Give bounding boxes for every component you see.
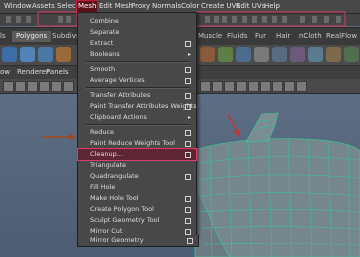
menu-item-extract[interactable]: Extract [78, 38, 196, 49]
viewport-menu-renderer[interactable]: Renderer [17, 67, 49, 78]
cube-icon[interactable] [20, 47, 35, 62]
menu-item-transfer-attributes[interactable]: Transfer Attributes [78, 90, 196, 101]
menu-item-smooth[interactable]: Smooth [78, 64, 196, 75]
menu-separator [86, 87, 190, 89]
shelf-tab-ncloth[interactable]: nCloth [299, 31, 322, 42]
shading-icon[interactable] [224, 81, 235, 92]
option-box-icon[interactable] [185, 41, 191, 47]
cloth-icon[interactable] [272, 47, 287, 62]
field-icon[interactable] [326, 47, 341, 62]
shading-icon[interactable] [284, 81, 295, 92]
hair-icon[interactable] [254, 47, 269, 62]
emitter-icon[interactable] [308, 47, 323, 62]
grid-icon[interactable] [27, 81, 38, 92]
option-box-icon[interactable] [185, 93, 191, 99]
shading-icon[interactable] [260, 81, 271, 92]
menu-item-separate[interactable]: Separate [78, 27, 196, 38]
grid-icon[interactable] [39, 81, 50, 92]
shading-icon[interactable] [212, 81, 223, 92]
menu-item-quadrangulate[interactable]: Quadrangulate [78, 171, 196, 182]
camera-icon[interactable] [15, 81, 26, 92]
shading-icon[interactable] [248, 81, 259, 92]
grid-icon[interactable] [63, 81, 74, 92]
menu-item-mirror-geometry[interactable]: Mirror Geometry [78, 235, 198, 246]
menu-item-average-vertices[interactable]: Average Vertices [78, 75, 196, 86]
shading-icon[interactable] [200, 81, 211, 92]
mesh-dropdown-menu-tail: Mirror Geometry [77, 235, 199, 247]
shading-icon[interactable] [296, 81, 307, 92]
annotation-arrow-icon [42, 133, 76, 141]
option-box-icon[interactable] [185, 152, 191, 158]
menu-item-combine[interactable]: Combine [78, 16, 196, 27]
menu-separator [86, 61, 190, 63]
fluid-icon[interactable] [218, 47, 233, 62]
viewport-menu-panels[interactable]: Panels [46, 67, 69, 78]
camera-icon[interactable] [3, 81, 14, 92]
fur-icon[interactable] [236, 47, 251, 62]
menu-item-paint-transfer-attributes[interactable]: Paint Transfer Attributes Weights Tool [78, 101, 196, 112]
option-box-icon[interactable] [185, 207, 191, 213]
menu-item-make-hole-tool[interactable]: Make Hole Tool [78, 193, 196, 204]
particle-icon[interactable] [290, 47, 305, 62]
submenu-arrow-icon: ▸ [187, 114, 191, 121]
menu-item-paint-reduce-weights[interactable]: Paint Reduce Weights Tool [78, 138, 196, 149]
option-box-icon[interactable] [185, 141, 191, 147]
shelf-tab-realflow[interactable]: RealFlow [326, 31, 357, 42]
shading-icon[interactable] [236, 81, 247, 92]
menu-item-reduce[interactable]: Reduce [78, 127, 196, 138]
option-box-icon[interactable] [185, 78, 191, 84]
shelf-tab-subdivs[interactable]: Subdivs [52, 31, 80, 42]
menu-item-booleans[interactable]: Booleans ▸ [78, 49, 196, 60]
muscle-icon[interactable] [200, 47, 215, 62]
annotation-arrow-icon [227, 113, 240, 137]
shelf-tab-muscle[interactable]: Muscle [198, 31, 222, 42]
menu-separator [86, 124, 190, 126]
shelf-tab-partial[interactable]: ls [0, 31, 6, 42]
mesh-dropdown-menu: Combine Separate Extract Booleans ▸ Smoot… [77, 12, 197, 236]
solver-icon[interactable] [344, 47, 359, 62]
cylinder-icon[interactable] [38, 47, 53, 62]
option-box-icon[interactable] [185, 218, 191, 224]
menu-item-triangulate[interactable]: Triangulate [78, 160, 196, 171]
menu-item-create-polygon-tool[interactable]: Create Polygon Tool [78, 204, 196, 215]
option-box-icon[interactable] [187, 238, 193, 244]
shading-icon[interactable] [272, 81, 283, 92]
option-box-icon[interactable] [185, 130, 191, 136]
menu-item-sculpt-geometry-tool[interactable]: Sculpt Geometry Tool [78, 215, 196, 226]
shelf-tab-polygons[interactable]: Polygons [12, 31, 52, 42]
menu-item-fill-hole[interactable]: Fill Hole [78, 182, 196, 193]
shelf-tab-hair[interactable]: Hair [276, 31, 290, 42]
cone-icon[interactable] [56, 47, 71, 62]
grid-icon[interactable] [51, 81, 62, 92]
sphere-icon[interactable] [2, 47, 17, 62]
menu-item-cleanup[interactable]: Cleanup... [77, 148, 197, 161]
shelf-tab-fluids[interactable]: Fluids [227, 31, 247, 42]
viewport-menu-show[interactable]: ow [0, 67, 10, 78]
menu-item-clipboard-actions[interactable]: Clipboard Actions ▸ [78, 112, 196, 123]
option-box-icon[interactable] [185, 196, 191, 202]
option-box-icon[interactable] [185, 67, 191, 73]
shelf-tab-fur[interactable]: Fur [255, 31, 266, 42]
submenu-arrow-icon: ▸ [187, 51, 191, 58]
option-box-icon[interactable] [185, 104, 191, 110]
option-box-icon[interactable] [185, 174, 191, 180]
